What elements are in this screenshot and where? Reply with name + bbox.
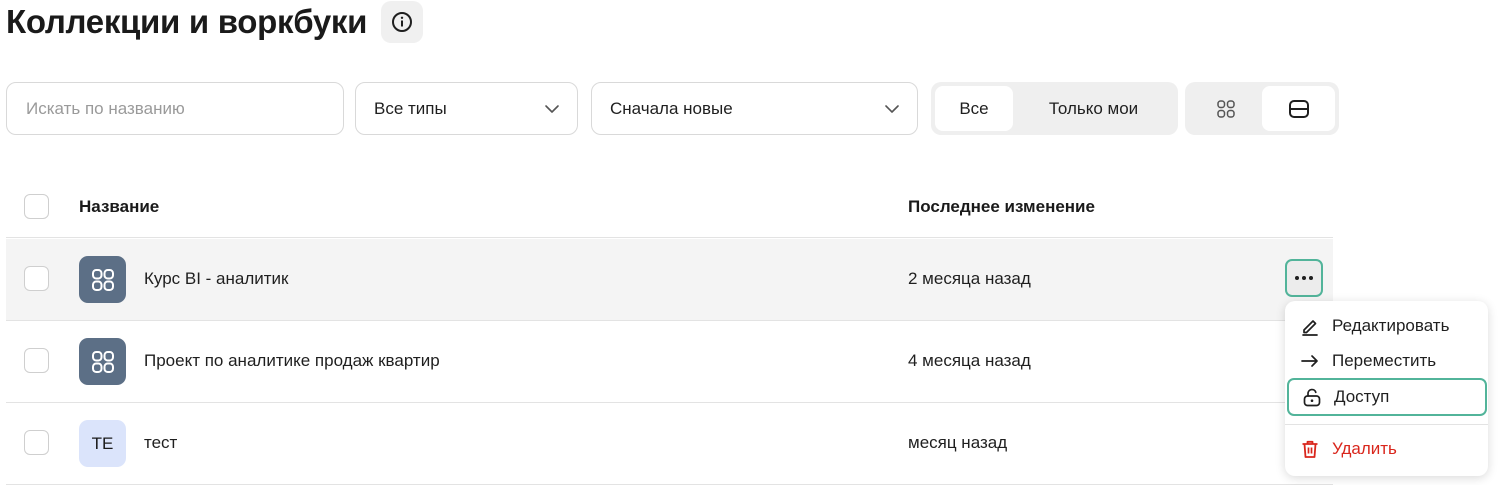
menu-item-delete[interactable]: Удалить — [1285, 431, 1488, 466]
row-checkbox[interactable] — [24, 348, 49, 373]
menu-item-edit[interactable]: Редактировать — [1285, 308, 1488, 343]
table-row[interactable]: Проект по аналитике продаж квартир 4 мес… — [6, 321, 1333, 403]
type-filter-value: Все типы — [374, 98, 447, 118]
chevron-down-icon — [545, 104, 559, 113]
type-filter-select[interactable]: Все типы — [355, 82, 578, 135]
sort-value: Сначала новые — [610, 98, 733, 118]
row-last-changed: месяц назад — [908, 433, 1008, 452]
row-name[interactable]: Курс BI - аналитик — [144, 269, 289, 289]
row-last-changed: 2 месяца назад — [908, 269, 1031, 288]
collection-icon — [79, 338, 126, 385]
row-actions-button[interactable] — [1285, 259, 1323, 297]
search-input[interactable] — [7, 83, 343, 134]
row-checkbox[interactable] — [24, 266, 49, 291]
page-title: Коллекции и воркбуки — [6, 3, 368, 40]
menu-item-label: Удалить — [1332, 438, 1397, 458]
view-mode-list[interactable] — [1262, 86, 1335, 131]
menu-item-label: Доступ — [1334, 387, 1390, 406]
workbook-avatar: ТЕ — [79, 420, 126, 467]
sort-select[interactable]: Сначала новые — [591, 82, 918, 135]
row-name[interactable]: тест — [144, 433, 177, 453]
trash-icon — [1300, 439, 1320, 459]
table-row[interactable]: Курс BI - аналитик 2 месяца назад — [6, 239, 1333, 321]
view-mode-switch — [1185, 82, 1339, 135]
menu-item-label: Переместить — [1332, 350, 1437, 370]
pencil-icon — [1300, 316, 1320, 336]
row-name[interactable]: Проект по аналитике продаж квартир — [144, 351, 440, 371]
menu-item-label: Редактировать — [1332, 315, 1450, 335]
arrow-right-icon — [1300, 351, 1320, 371]
page-header: Коллекции и воркбуки — [6, 0, 424, 44]
table-row[interactable]: ТЕ тест месяц назад — [6, 403, 1333, 485]
list-icon — [1288, 99, 1309, 118]
chevron-down-icon — [885, 104, 899, 113]
menu-item-move[interactable]: Переместить — [1285, 343, 1488, 378]
owner-filter-mine[interactable]: Только мои — [1013, 86, 1174, 131]
row-checkbox[interactable] — [24, 430, 49, 455]
lock-icon — [1302, 387, 1322, 407]
info-icon — [392, 12, 413, 32]
more-dots-icon — [1295, 276, 1299, 280]
collection-icon — [79, 256, 126, 303]
info-button[interactable] — [381, 1, 424, 43]
owner-filter-all[interactable]: Все — [935, 86, 1013, 131]
grid-icon — [1216, 99, 1235, 118]
column-header-name[interactable]: Название — [79, 197, 159, 217]
select-all-checkbox[interactable] — [24, 194, 49, 219]
menu-item-access[interactable]: Доступ — [1287, 378, 1487, 416]
view-mode-grid[interactable] — [1189, 86, 1262, 131]
owner-filter: Все Только мои — [931, 82, 1178, 135]
row-last-changed: 4 месяца назад — [908, 351, 1031, 370]
menu-divider — [1285, 424, 1488, 425]
row-context-menu: Редактировать Переместить Доступ Удалить — [1285, 301, 1488, 476]
search-box — [6, 82, 344, 135]
column-header-changed[interactable]: Последнее изменение — [908, 197, 1095, 217]
table-header: Название Последнее изменение — [6, 180, 1333, 238]
